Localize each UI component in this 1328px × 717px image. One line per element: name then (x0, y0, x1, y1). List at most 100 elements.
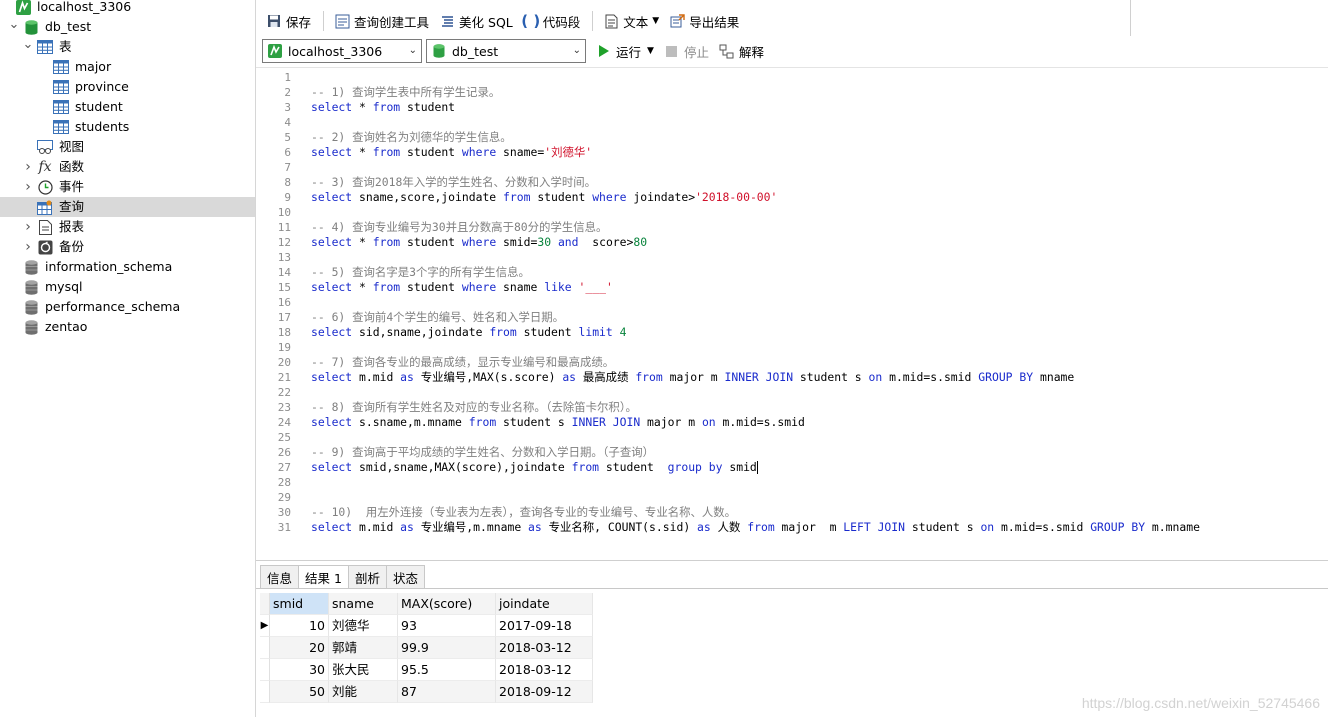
code-line[interactable]: select s.sname,m.mname from student s IN… (311, 415, 805, 430)
tree-item[interactable]: zentao (0, 317, 255, 337)
code-line[interactable]: -- 1) 查询学生表中所有学生记录。 (311, 85, 500, 100)
tree-item[interactable]: province (0, 77, 255, 97)
code-line[interactable]: -- 6) 查询前4个学生的编号、姓名和入学日期。 (311, 310, 564, 325)
result-tab[interactable]: 状态 (385, 565, 425, 588)
tree-item[interactable]: 查询 (0, 197, 255, 217)
collapse-chevron-icon[interactable]: › (22, 219, 34, 235)
table-cell[interactable]: 2018-03-12 (496, 637, 593, 659)
run-button[interactable]: 运行 ▼ (592, 39, 658, 63)
column-header[interactable]: smid (270, 593, 329, 615)
table-cell[interactable]: 10 (270, 615, 329, 637)
table-cell[interactable]: 郭靖 (329, 637, 398, 659)
tree-item[interactable]: performance_schema (0, 297, 255, 317)
code-line[interactable]: -- 2) 查询姓名为刘德华的学生信息。 (311, 130, 512, 145)
code-line[interactable]: -- 3) 查询2018年入学的学生姓名、分数和入学时间。 (311, 175, 596, 190)
sql-text: student (530, 190, 593, 204)
save-button[interactable]: 保存 (262, 9, 315, 33)
tree-item[interactable]: › fx 函数 (0, 157, 255, 177)
sql-string: '刘德华' (544, 145, 593, 159)
code-line[interactable]: -- 10) 用左外连接（专业表为左表），查询各专业的专业编号、专业名称、人数。 (311, 505, 736, 520)
save-label: 保存 (286, 14, 312, 30)
code-line[interactable]: select m.mid as 专业编号,m.mname as 专业名称, CO… (311, 520, 1200, 535)
table-cell[interactable]: 99.9 (398, 637, 496, 659)
expand-chevron-icon[interactable]: ⌄ (22, 37, 34, 52)
tree-item[interactable]: mysql (0, 277, 255, 297)
export-icon (669, 13, 685, 29)
result-tab[interactable]: 信息 (260, 565, 300, 588)
table-cell[interactable]: 刘德华 (329, 615, 398, 637)
table-cell[interactable]: 95.5 (398, 659, 496, 681)
code-line[interactable]: select * from student where sname='刘德华' (311, 145, 592, 160)
stop-button[interactable]: 停止 (660, 39, 713, 63)
table-cell[interactable]: 93 (398, 615, 496, 637)
sql-text: sname= (496, 145, 545, 159)
collapse-chevron-icon[interactable]: › (22, 179, 34, 195)
sql-comment: -- 7) 查询各专业的最高成绩，显示专业编号和最高成绩。 (311, 355, 615, 369)
code-line[interactable]: select m.mid as 专业编号,MAX(s.score) as 最高成… (311, 370, 1074, 385)
code-line[interactable]: select sid,sname,joindate from student l… (311, 325, 627, 340)
table-cell[interactable]: 2018-09-12 (496, 681, 593, 703)
table-row[interactable]: 30 张大民 95.5 2018-03-12 (260, 659, 593, 681)
mysql-connection-icon (15, 0, 31, 15)
code-area[interactable]: -- 1) 查询学生表中所有学生记录。 select * from student… (311, 68, 1328, 560)
query-builder-button[interactable]: 查询创建工具 (330, 9, 433, 33)
tree-item[interactable]: major (0, 57, 255, 77)
text-mode-button[interactable]: 文本 ▼ (599, 9, 663, 33)
sql-keyword: where (461, 235, 497, 249)
sql-keyword: and (557, 235, 579, 249)
database-icon (431, 43, 447, 59)
expand-chevron-icon[interactable]: ⌄ (8, 17, 20, 32)
collapse-chevron-icon[interactable]: › (22, 239, 34, 255)
database-gray-icon (23, 279, 39, 295)
tree-item[interactable]: student (0, 97, 255, 117)
code-line[interactable]: -- 8) 查询所有学生姓名及对应的专业名称。（去除笛卡尔积）。 (311, 400, 637, 415)
database-select[interactable]: db_test ⌄ (426, 39, 586, 63)
table-cell[interactable]: 20 (270, 637, 329, 659)
result-tab[interactable]: 剖析 (347, 565, 387, 588)
table-cell[interactable]: 2018-03-12 (496, 659, 593, 681)
tree-item[interactable]: › 事件 (0, 177, 255, 197)
tree-item[interactable]: › 报表 (0, 217, 255, 237)
export-results-button[interactable]: 导出结果 (665, 9, 743, 33)
text-mode-label: 文本 (623, 14, 649, 30)
tree-item[interactable]: ⌄ 表 (0, 37, 255, 57)
table-cell[interactable]: 2017-09-18 (496, 615, 593, 637)
code-line[interactable]: -- 7) 查询各专业的最高成绩，显示专业编号和最高成绩。 (311, 355, 614, 370)
code-line[interactable]: select * from student (311, 100, 455, 115)
table-row[interactable]: ▶ 10 刘德华 93 2017-09-18 (260, 615, 593, 637)
sql-keyword: select (311, 415, 353, 429)
column-header[interactable]: MAX(score) (398, 593, 496, 615)
connection-select[interactable]: localhost_3306 ⌄ (262, 39, 422, 63)
table-folder-icon (37, 39, 53, 55)
table-cell[interactable]: 50 (270, 681, 329, 703)
result-tab[interactable]: 结果 1 (298, 565, 349, 589)
code-line[interactable]: select * from student where sname like '… (311, 280, 613, 295)
table-cell[interactable]: 张大民 (329, 659, 398, 681)
beautify-sql-button[interactable]: 美化 SQL (435, 9, 517, 33)
column-header[interactable]: sname (329, 593, 398, 615)
explain-button[interactable]: 解释 (715, 39, 768, 63)
code-snippet-button[interactable]: ( ) 代码段 (519, 9, 585, 33)
code-line[interactable]: -- 9) 查询高于平均成绩的学生姓名、分数和入学日期。（子查询） (311, 445, 654, 460)
sql-keyword: INNER JOIN (724, 370, 794, 384)
code-line[interactable]: -- 4) 查询专业编号为30并且分数高于80分的学生信息。 (311, 220, 607, 235)
table-cell[interactable]: 87 (398, 681, 496, 703)
table-cell[interactable]: 刘能 (329, 681, 398, 703)
tree-item[interactable]: information_schema (0, 257, 255, 277)
table-row[interactable]: 50 刘能 87 2018-09-12 (260, 681, 593, 703)
code-line[interactable]: select sname,score,joindate from student… (311, 190, 777, 205)
tree-item[interactable]: students (0, 117, 255, 137)
column-header[interactable]: joindate (496, 593, 593, 615)
collapse-chevron-icon[interactable]: › (22, 159, 34, 175)
tree-item[interactable]: › 备份 (0, 237, 255, 257)
tree-item[interactable]: localhost_3306 (0, 0, 255, 17)
sql-keyword: GROUP BY (1090, 520, 1146, 534)
table-row[interactable]: 20 郭靖 99.9 2018-03-12 (260, 637, 593, 659)
code-line[interactable]: -- 5) 查询名字是3个字的所有学生信息。 (311, 265, 530, 280)
sql-editor[interactable]: 1 2 3 4 5 6 7 8 9 10 11 12 13 14 15 16 17 18 19 20 21 22 23 24 2… (256, 67, 1328, 560)
table-cell[interactable]: 30 (270, 659, 329, 681)
code-line[interactable]: select * from student where smid=30 and … (311, 235, 647, 250)
tree-item[interactable]: ⌄ db_test (0, 17, 255, 37)
code-line[interactable]: select smid,sname,MAX(score),joindate fr… (311, 460, 758, 475)
tree-item[interactable]: 视图 (0, 137, 255, 157)
